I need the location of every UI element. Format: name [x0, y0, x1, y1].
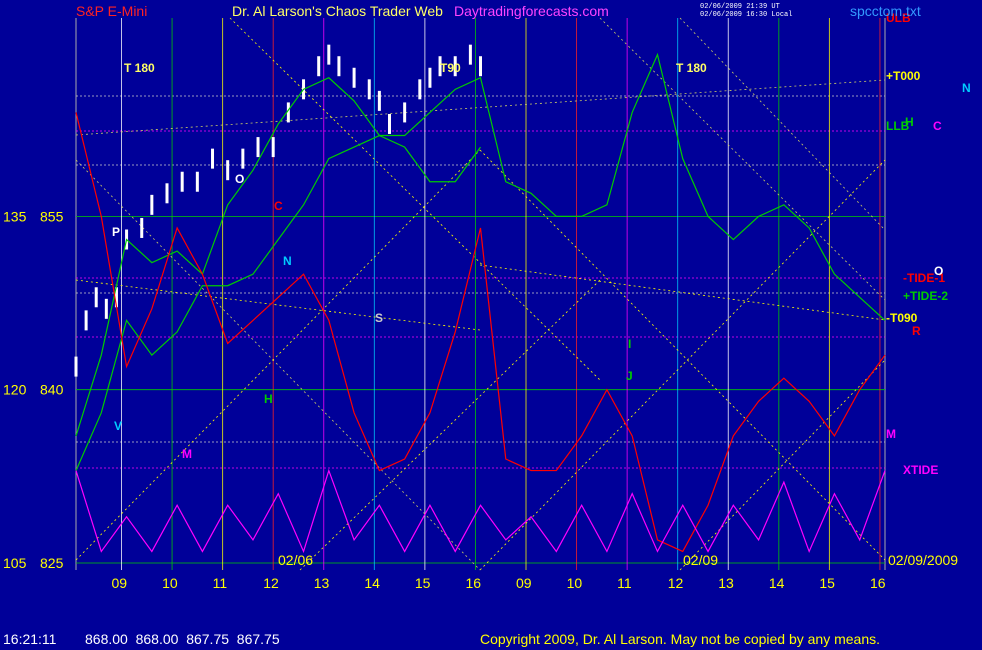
annotation-11: I: [628, 337, 631, 351]
site-link[interactable]: Daytradingforecasts.com: [454, 3, 609, 19]
x-tick-1: 10: [162, 575, 178, 591]
page-title: Dr. Al Larson's Chaos Trader Web: [232, 3, 443, 19]
right-label-8: XTIDE: [903, 463, 938, 477]
footer-ohlc: 868.00 868.00 867.75 867.75: [85, 631, 280, 647]
annotation-0: T 180: [124, 61, 155, 75]
date-label-1: 02/09: [683, 552, 718, 568]
x-tick-11: 12: [668, 575, 684, 591]
chaos-chart: 135 855 120 840 105 825 09 10 11 12 13 14 15 16 09 10 11…: [0, 0, 982, 650]
annotation-10: V: [114, 419, 122, 433]
right-label-6: R: [912, 324, 921, 338]
footer-copyright: Copyright 2009, Dr. Al Larson. May not b…: [480, 631, 881, 647]
annotation-6: N: [283, 254, 292, 268]
x-tick-13: 14: [769, 575, 785, 591]
side-letter-1: H: [905, 115, 914, 129]
x-tick-15: 16: [870, 575, 886, 591]
x-tick-9: 10: [567, 575, 583, 591]
right-label-5: -T090: [886, 311, 918, 325]
annotation-1: T90: [440, 61, 461, 75]
stamp-ut: 02/06/2009 21:39 UT: [700, 3, 780, 11]
x-tick-7: 16: [465, 575, 481, 591]
stamp-local: 02/06/2009 16:30 Local: [700, 11, 793, 19]
x-tick-8: 09: [516, 575, 532, 591]
x-tick-12: 13: [718, 575, 734, 591]
x-tick-10: 11: [617, 575, 632, 591]
y-tick-left-0: 135: [3, 208, 27, 224]
right-label-1: +T000: [886, 69, 921, 83]
side-letter-2: C: [933, 119, 942, 133]
date-label-2: 02/09/2009: [888, 552, 958, 568]
annotation-7: S: [375, 311, 383, 325]
right-label-7: M: [886, 427, 896, 441]
file-name: spcctom.txt: [850, 3, 921, 19]
annotation-8: H: [264, 392, 273, 406]
annotation-9: M: [182, 447, 192, 461]
right-label-4: +TIDE-2: [903, 289, 948, 303]
footer-time: 16:21:11: [3, 631, 57, 647]
date-label-0: 02/06: [278, 552, 313, 568]
y-tick-left-2: 105: [3, 555, 27, 571]
annotation-5: P: [112, 225, 120, 239]
x-tick-5: 14: [364, 575, 380, 591]
annotation-2: T 180: [676, 61, 707, 75]
x-tick-2: 11: [213, 575, 228, 591]
x-tick-0: 09: [112, 575, 128, 591]
symbol-title: S&P E-Mini: [76, 3, 148, 19]
y-tick-right-2: 825: [40, 555, 64, 571]
y-tick-left-1: 120: [3, 382, 27, 398]
annotation-3: O: [235, 172, 244, 186]
x-tick-4: 13: [314, 575, 330, 591]
x-tick-3: 12: [263, 575, 279, 591]
side-letter-3: O: [934, 264, 943, 278]
annotation-4: C: [274, 199, 283, 213]
annotation-12: J: [626, 369, 633, 383]
x-tick-14: 15: [819, 575, 835, 591]
side-letter-0: N: [962, 81, 971, 95]
y-tick-right-0: 855: [40, 208, 64, 224]
x-tick-6: 15: [415, 575, 431, 591]
y-tick-right-1: 840: [40, 382, 64, 398]
